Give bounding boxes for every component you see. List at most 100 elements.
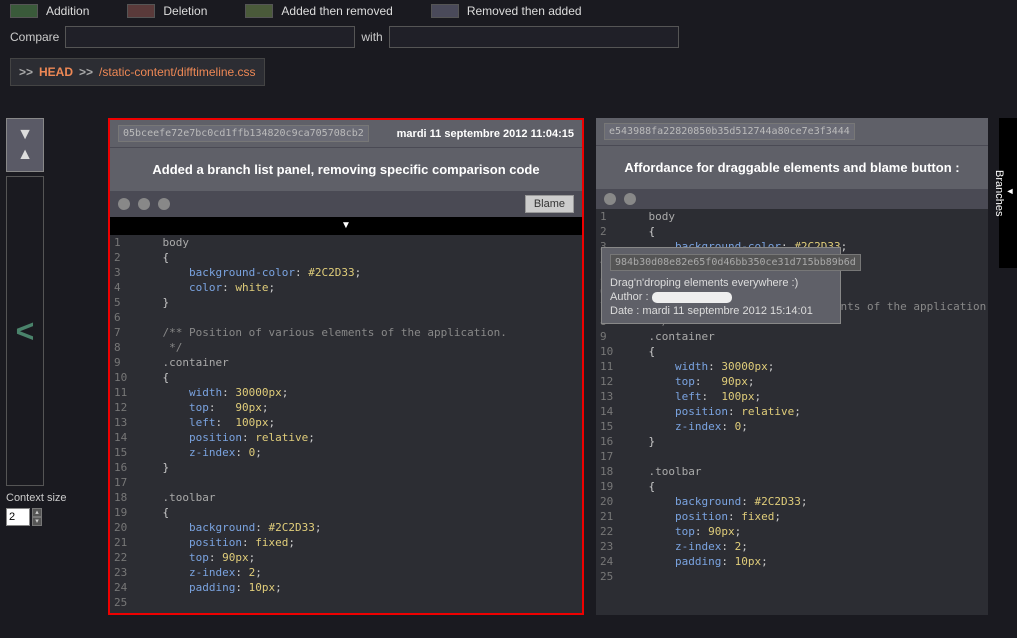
commit-date: mardi 11 septembre 2012 11:04:15 (397, 128, 574, 140)
code-text: top: 90px; (136, 550, 255, 565)
line-number: 23 (596, 539, 622, 554)
code-line: 19 { (596, 479, 988, 494)
code-line: 25 (596, 569, 988, 584)
compare-with-label: with (361, 30, 382, 44)
dot-icon[interactable] (624, 193, 636, 205)
code-line: 6 (110, 310, 582, 325)
spinner-down-icon[interactable]: ▾ (32, 517, 42, 526)
code-text: padding: 10px; (136, 580, 282, 595)
commit-title: Affordance for draggable elements and bl… (596, 145, 988, 189)
code-area[interactable]: 1 body2 {3 background-color: #2C2D33;4 c… (110, 235, 582, 613)
branches-tab[interactable]: Branches (999, 118, 1017, 268)
code-line: 16 } (110, 460, 582, 475)
code-line: 12 top: 90px; (596, 374, 988, 389)
code-line: 2 { (110, 250, 582, 265)
expand-up[interactable]: ▼ (110, 217, 582, 235)
code-line: 12 top: 90px; (110, 400, 582, 415)
breadcrumb-sep: >> (79, 65, 93, 79)
line-number: 15 (596, 419, 622, 434)
line-number: 16 (110, 460, 136, 475)
commit-panel: e543988fa22820850b35d512744a80ce7e3f3444… (596, 118, 988, 615)
code-text: background-color: #2C2D33; (136, 265, 361, 280)
context-size-input[interactable] (6, 508, 30, 526)
code-text: .toolbar (622, 464, 701, 479)
line-number: 11 (110, 385, 136, 400)
line-number: 24 (110, 580, 136, 595)
line-number: 14 (110, 430, 136, 445)
tooltip-hash: 984b30d08e82e65f0d46bb350ce31d715bb89b6d (610, 254, 861, 271)
dot-icon[interactable] (118, 198, 130, 210)
code-line: 1 body (596, 209, 988, 224)
blame-button[interactable]: Blame (525, 195, 574, 213)
commit-hash[interactable]: e543988fa22820850b35d512744a80ce7e3f3444 (604, 123, 855, 140)
compare-input-left[interactable] (65, 26, 355, 48)
code-line: 21 position: fixed; (110, 535, 582, 550)
code-text: position: fixed; (136, 535, 295, 550)
code-line: 1 body (110, 235, 582, 250)
code-text: width: 30000px; (136, 385, 288, 400)
dot-icon[interactable] (158, 198, 170, 210)
code-line: 10 { (596, 344, 988, 359)
code-line: 20 background: #2C2D33; (596, 494, 988, 509)
code-text: { (622, 344, 655, 359)
code-text: { (136, 250, 169, 265)
line-number: 9 (596, 329, 622, 344)
line-number: 2 (596, 224, 622, 239)
line-number: 1 (596, 209, 622, 224)
line-number: 10 (110, 370, 136, 385)
legend-deletion: Deletion (163, 4, 207, 18)
dot-icon[interactable] (604, 193, 616, 205)
breadcrumb-sep: >> (19, 65, 33, 79)
nav-prev[interactable]: < (6, 176, 44, 486)
line-number: 2 (110, 250, 136, 265)
code-line: 9 .container (596, 329, 988, 344)
code-line: 15 z-index: 0; (596, 419, 988, 434)
code-text: z-index: 2; (136, 565, 262, 580)
line-number: 14 (596, 404, 622, 419)
line-number: 13 (596, 389, 622, 404)
legend-rem-add: Removed then added (467, 4, 582, 18)
context-spinner: ▴ ▾ (32, 508, 42, 526)
nav-down-icon[interactable]: ▼ (7, 125, 43, 145)
code-text: top: 90px; (622, 374, 754, 389)
dot-icon[interactable] (138, 198, 150, 210)
line-number: 10 (596, 344, 622, 359)
line-number: 20 (596, 494, 622, 509)
dots (604, 193, 636, 205)
code-line: 11 width: 30000px; (596, 359, 988, 374)
line-number: 4 (110, 280, 136, 295)
code-text: /** Position of various elements of the … (136, 325, 507, 340)
code-text: .container (136, 355, 229, 370)
panels-container: 05bceefe72e7bc0cd1ffb134820c9ca705708cb2… (108, 118, 988, 615)
line-number: 7 (110, 325, 136, 340)
line-number: 20 (110, 520, 136, 535)
breadcrumb-path[interactable]: /static-content/difftimeline.css (99, 65, 256, 79)
code-text: color: white; (136, 280, 275, 295)
nav-up-icon[interactable]: ▲ (7, 145, 43, 165)
commit-header: 05bceefe72e7bc0cd1ffb134820c9ca705708cb2… (110, 120, 582, 147)
line-number: 22 (596, 524, 622, 539)
compare-input-right[interactable] (389, 26, 679, 48)
code-text: .toolbar (136, 490, 215, 505)
line-number: 23 (110, 565, 136, 580)
spinner-up-icon[interactable]: ▴ (32, 508, 42, 517)
code-line: 17 (596, 449, 988, 464)
line-number: 21 (110, 535, 136, 550)
code-line: 19 { (110, 505, 582, 520)
code-line: 14 position: relative; (596, 404, 988, 419)
code-line: 24 padding: 10px; (110, 580, 582, 595)
left-controls: ▼ ▲ < Context size ▴ ▾ (6, 118, 44, 526)
code-line: 16 } (596, 434, 988, 449)
code-line: 7 /** Position of various elements of th… (110, 325, 582, 340)
swatch-add-rem (245, 4, 273, 18)
code-line: 24 padding: 10px; (596, 554, 988, 569)
code-text: top: 90px; (622, 524, 741, 539)
code-text: */ (136, 340, 182, 355)
code-line: 8 */ (110, 340, 582, 355)
line-number: 15 (110, 445, 136, 460)
breadcrumb-head[interactable]: HEAD (39, 65, 73, 79)
swatch-deletion (127, 4, 155, 18)
line-number: 18 (596, 464, 622, 479)
line-number: 1 (110, 235, 136, 250)
commit-hash[interactable]: 05bceefe72e7bc0cd1ffb134820c9ca705708cb2 (118, 125, 369, 142)
